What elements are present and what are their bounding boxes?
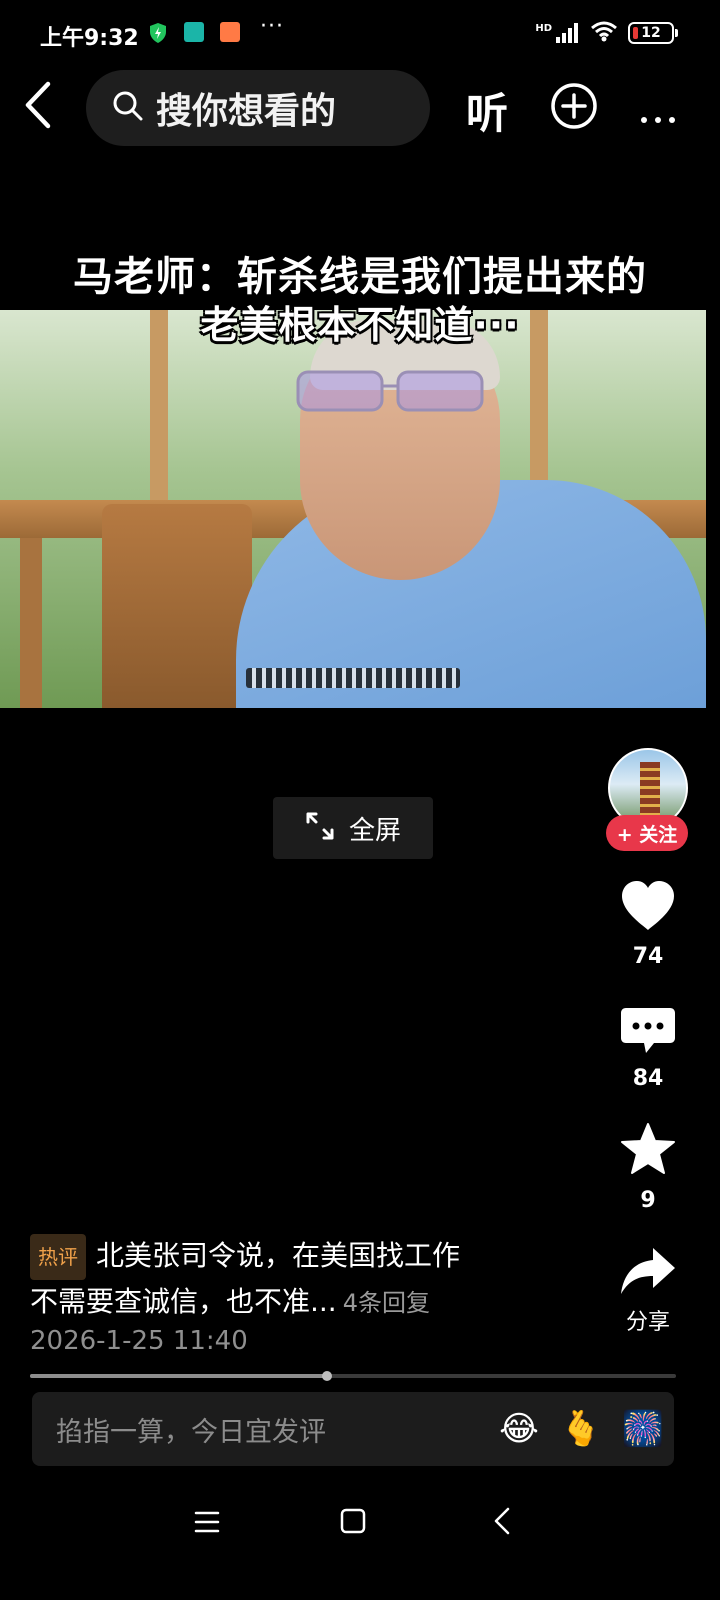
glasses [296, 370, 484, 412]
playback-progress-bar[interactable] [30, 1371, 676, 1381]
progress-handle[interactable] [322, 1371, 333, 1381]
comment-count: 84 [632, 1066, 664, 1091]
hot-comment[interactable]: 热评 北美张司令说，在美国找工作 不需要查诚信，也不准... 4条回复 [30, 1234, 600, 1325]
like-count: 74 [632, 944, 664, 969]
heart-icon [620, 881, 676, 936]
nav-back-icon[interactable] [492, 1506, 512, 1540]
search-placeholder: 搜你想看的 [156, 91, 337, 132]
share-arrow-icon [619, 1248, 677, 1300]
share-button[interactable]: 分享 [600, 1246, 696, 1336]
star-icon [620, 1123, 676, 1180]
favorite-count: 9 [640, 1188, 656, 1213]
laughing-emoji-button[interactable]: 😂 [488, 1409, 550, 1449]
blurred-subtitle [246, 668, 460, 688]
search-input[interactable]: 搜你想看的 [86, 70, 430, 146]
status-time: 上午9:32 [40, 26, 139, 51]
video-player[interactable] [0, 310, 706, 708]
chair [102, 504, 252, 708]
more-options-icon[interactable] [640, 102, 676, 130]
post-date: 2026-1-25 11:40 [30, 1326, 248, 1356]
system-nav-bar [0, 1490, 720, 1554]
table-leg [20, 538, 42, 708]
listen-button[interactable]: 听 [466, 80, 508, 141]
status-bar: 上午9:32 ··· HD 12 [0, 0, 720, 64]
fullscreen-label: 全屏 [348, 815, 401, 846]
comment-input[interactable]: 掐指一算，今日宜发评 😂 🫰 🎆 [32, 1392, 674, 1466]
finger-heart-emoji-button[interactable]: 🫰 [550, 1409, 612, 1449]
search-icon [112, 90, 144, 126]
favorite-button[interactable]: 9 [600, 1122, 696, 1213]
hot-comment-badge: 热评 [30, 1234, 86, 1280]
fullscreen-button[interactable]: 全屏 [273, 797, 433, 859]
reply-count[interactable]: 4条回复 [343, 1289, 430, 1317]
expand-icon [305, 811, 335, 845]
pagoda-image [640, 762, 660, 818]
back-arrow-icon[interactable] [18, 80, 64, 130]
battery-icon: 12 [628, 22, 678, 44]
hd-label: HD [535, 23, 552, 34]
app-notification-icon [184, 22, 204, 42]
video-caption-line-2: 老美根本不知道··· [200, 303, 520, 347]
comment-button[interactable]: 84 [600, 1006, 696, 1091]
follow-button[interactable]: + 关注 [606, 815, 688, 851]
add-icon[interactable] [550, 82, 598, 134]
comment-icon [620, 1008, 676, 1060]
fireworks-emoji-button[interactable]: 🎆 [612, 1409, 674, 1449]
like-button[interactable]: 74 [600, 880, 696, 969]
wifi-icon [590, 20, 618, 46]
progress-fill [30, 1374, 328, 1378]
hot-comment-text-line-2: 不需要查诚信，也不准... [30, 1285, 337, 1318]
menu-icon[interactable] [194, 1510, 220, 1538]
share-label: 分享 [625, 1310, 670, 1335]
battery-level: 12 [641, 25, 661, 41]
mail-notification-icon [220, 22, 240, 42]
top-bar: 搜你想看的 听 [0, 64, 720, 150]
home-icon[interactable] [340, 1508, 366, 1538]
shield-notification-icon [148, 22, 168, 43]
comment-placeholder: 掐指一算，今日宜发评 [56, 1416, 326, 1448]
more-notifications-icon: ··· [260, 14, 284, 39]
hd-signal-icon: HD [535, 23, 580, 43]
hot-comment-text-line-1: 北美张司令说，在美国找工作 [96, 1239, 461, 1272]
